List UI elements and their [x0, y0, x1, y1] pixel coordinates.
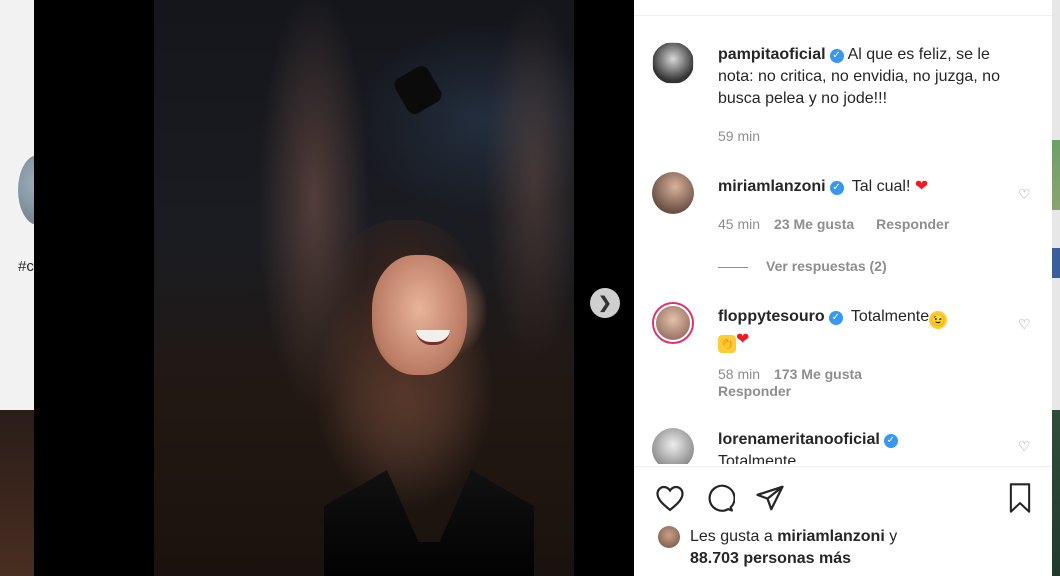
avatar[interactable]	[652, 42, 694, 84]
like-button[interactable]	[650, 478, 690, 518]
comment-button[interactable]	[700, 478, 740, 518]
clap-emoji-icon: 👏	[718, 335, 736, 353]
background-image-right-1	[1052, 140, 1060, 210]
comment-text: miriamlanzoni ✓ Tal cual! ❤	[718, 176, 1018, 198]
comment-likes[interactable]: 173 Me gusta	[774, 366, 862, 382]
likes-connector: y	[889, 528, 898, 545]
background-hashtag: #c	[18, 258, 34, 275]
actions-divider	[634, 466, 1052, 467]
replies-line	[718, 266, 748, 268]
bookmark-icon	[1009, 483, 1031, 513]
background-image-right-2	[1052, 248, 1060, 278]
caption-time: 59 min	[718, 128, 761, 144]
background-image-left	[0, 410, 34, 576]
caption-username[interactable]: pampitaoficial	[718, 46, 826, 63]
red-heart-emoji-icon: ❤	[736, 331, 750, 348]
caption-text: pampitaoficial ✓ Al que es feliz, se le no…	[718, 44, 1018, 110]
liker-username[interactable]: miriamlanzoni	[777, 528, 885, 545]
view-replies-button[interactable]: Ver respuestas (2)	[718, 258, 887, 274]
photo-clothing	[324, 470, 534, 576]
paper-plane-icon	[756, 485, 784, 511]
share-button[interactable]	[750, 478, 790, 518]
like-comment-heart-icon[interactable]: ♡	[1018, 438, 1030, 455]
avatar[interactable]	[652, 428, 694, 464]
comment-bubble-icon	[708, 484, 735, 512]
chevron-right-icon: ❯	[598, 295, 612, 312]
like-comment-heart-icon[interactable]: ♡	[1018, 316, 1031, 333]
post-photo	[154, 0, 574, 576]
likes-text: Les gusta a miriamlanzoni y 88.703 perso…	[690, 526, 1010, 570]
verified-badge-icon: ✓	[829, 49, 844, 63]
comment-username[interactable]: miriamlanzoni	[718, 178, 826, 195]
avatar-story-ring[interactable]	[652, 302, 694, 344]
photo-wristband	[391, 63, 445, 117]
photo-face	[372, 255, 467, 375]
comment-username[interactable]: floppytesouro	[718, 308, 825, 325]
comment-time: 58 min	[718, 366, 761, 382]
panel-top-divider	[634, 15, 1052, 16]
comment-time: 45 min	[718, 216, 761, 232]
save-button[interactable]	[1000, 478, 1040, 518]
likes-count[interactable]: 88.703 personas más	[690, 550, 851, 567]
verified-badge-icon: ✓	[883, 434, 898, 448]
view-replies-label: Ver respuestas (2)	[766, 258, 887, 274]
comment-body: Totalmente	[850, 308, 930, 325]
post-actions-bar	[634, 478, 1052, 522]
comments-panel: pampitaoficial ✓ Al que es feliz, se le no…	[634, 0, 1052, 576]
like-comment-heart-icon[interactable]: ♡	[1018, 186, 1031, 203]
red-heart-emoji-icon: ❤	[914, 178, 929, 195]
heart-outline-icon	[656, 485, 684, 512]
likes-prefix: Les gusta a	[690, 528, 773, 545]
wink-emoji-icon: 😉	[929, 311, 948, 329]
comment-meta: 45 min 23 Me gusta Responder	[718, 216, 949, 232]
post-media-area	[34, 0, 634, 576]
reply-button[interactable]: Responder	[718, 383, 791, 399]
avatar[interactable]	[652, 172, 694, 214]
liker-avatar[interactable]	[658, 526, 680, 548]
comment-likes[interactable]: 23 Me gusta	[774, 216, 854, 232]
comment-text: lorenameritanooficial ✓ Totalmente	[718, 429, 1018, 464]
background-image-right-3	[1052, 410, 1060, 576]
comment-username[interactable]: lorenameritanooficial	[718, 431, 880, 448]
comment-item: lorenameritanooficial ✓ Totalmente ♡	[650, 428, 1030, 464]
verified-badge-icon: ✓	[829, 181, 844, 195]
comment-meta: 58 min 173 Me gusta	[718, 366, 862, 382]
comment-body: Totalmente	[718, 453, 797, 464]
comment-body: Tal cual!	[851, 178, 911, 195]
next-image-button[interactable]: ❯	[590, 288, 620, 318]
comment-text: floppytesouro ✓ Totalmente 😉 👏 ❤	[718, 306, 1018, 353]
reply-button[interactable]: Responder	[876, 216, 949, 232]
verified-badge-icon: ✓	[828, 311, 843, 325]
